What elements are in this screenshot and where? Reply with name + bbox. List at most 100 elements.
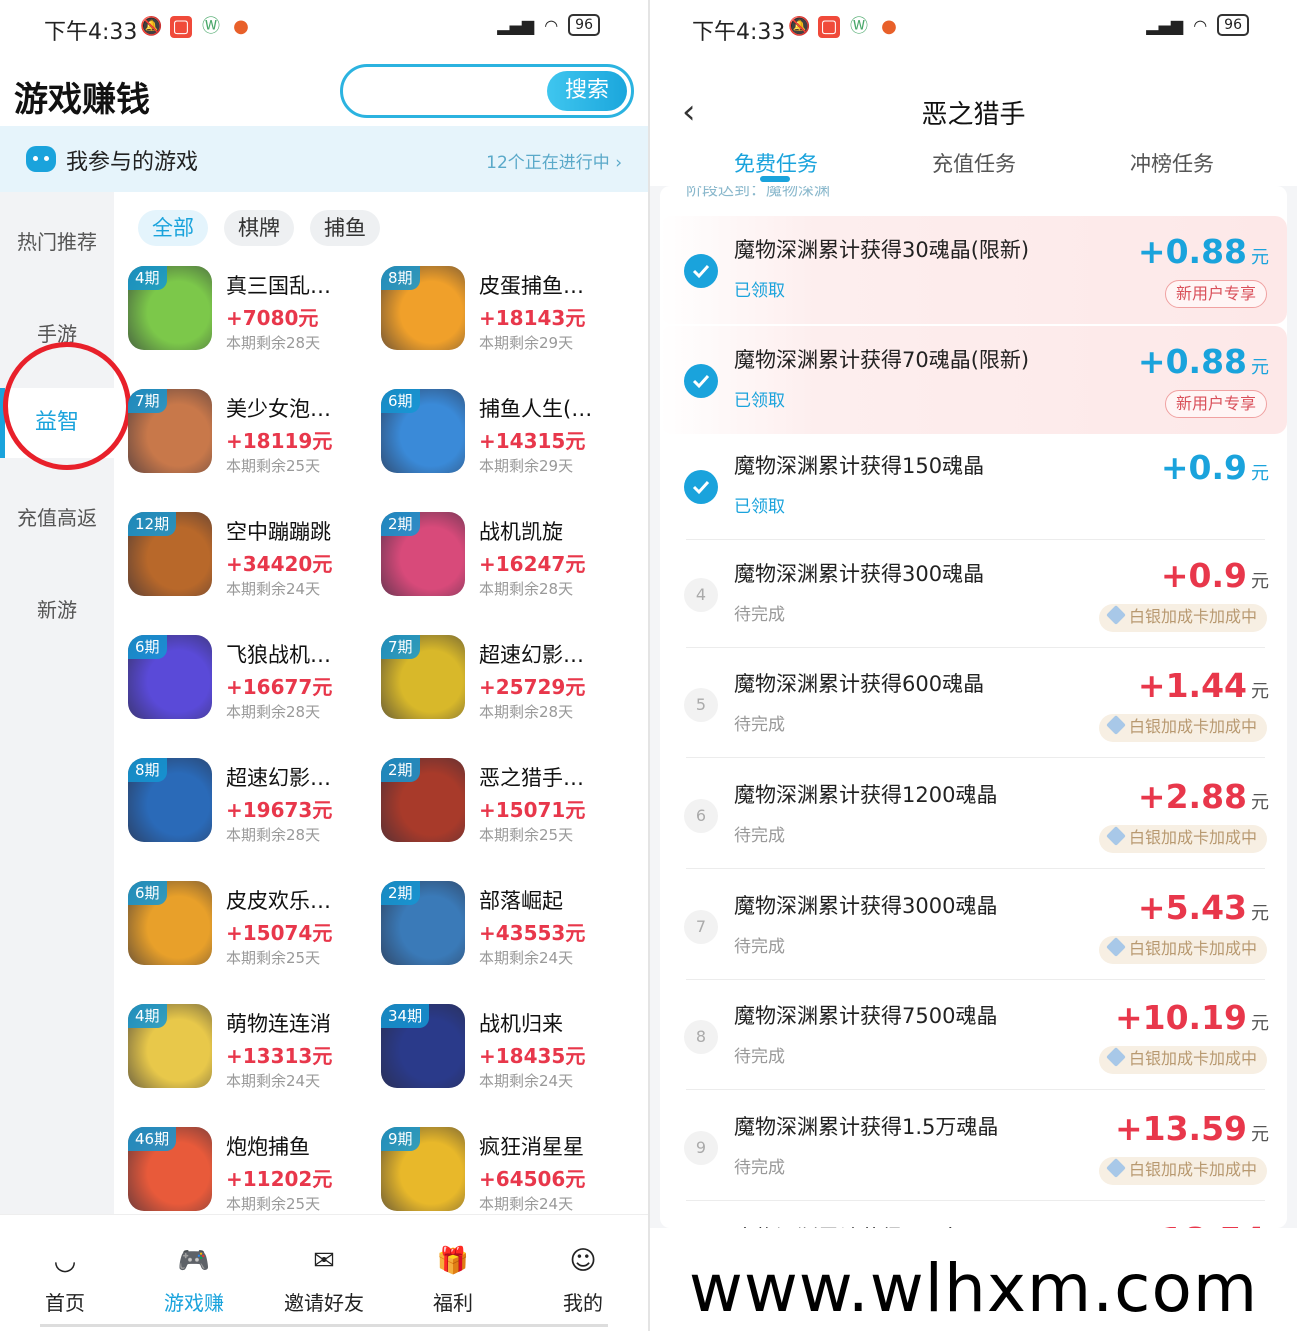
game-card[interactable]: 7期 超速幻影… +25729元 本期剩余28天 (381, 635, 631, 735)
game-prize: +15074元 (226, 921, 333, 945)
task-row[interactable]: 4 魔物深渊累计获得300魂晶 待完成 +0.9 元白银加成卡加成中 (660, 540, 1287, 648)
game-icon: 2期 (381, 512, 465, 596)
task-row[interactable]: 7 魔物深渊累计获得3000魂晶 待完成 +5.43 元白银加成卡加成中 (660, 872, 1287, 980)
task-row[interactable]: 5 魔物深渊累计获得600魂晶 待完成 +1.44 元白银加成卡加成中 (660, 650, 1287, 758)
battery-icon: 96 (568, 14, 600, 36)
game-days-left: 本期剩余25天 (226, 1195, 321, 1213)
game-days-left: 本期剩余28天 (479, 580, 574, 598)
game-card[interactable]: 6期 捕鱼人生(… +14315元 本期剩余29天 (381, 389, 631, 489)
game-name: 皮皮欢乐… (226, 889, 331, 913)
nav-item-profile[interactable]: ☺ 我的 (523, 1215, 643, 1316)
game-card[interactable]: 8期 超速幻影… +19673元 本期剩余28天 (128, 758, 378, 858)
game-card[interactable]: 6期 皮皮欢乐… +15074元 本期剩余25天 (128, 881, 378, 981)
nav-item-gamepad[interactable]: 🎮 游戏赚 (134, 1215, 254, 1316)
task-row[interactable]: 6 魔物深渊累计获得1200魂晶 待完成 +2.88 元白银加成卡加成中 (660, 761, 1287, 869)
game-days-left: 本期剩余28天 (479, 703, 574, 721)
game-days-left: 本期剩余28天 (226, 703, 321, 721)
task-row[interactable]: 9 魔物深渊累计获得1.5万魂晶 待完成 +13.59 元白银加成卡加成中 (660, 1093, 1287, 1201)
system-indicators: ▂▄▆ ◠ 96 (1146, 14, 1249, 36)
game-prize: +7080元 (226, 306, 319, 330)
tab-ranking-tasks[interactable]: 冲榜任务 (1130, 148, 1214, 178)
reward-amount: +2.88 (1137, 777, 1247, 816)
check-icon (684, 364, 718, 398)
search-button[interactable]: 搜索 (547, 71, 627, 111)
task-name: 魔物深渊累计获得300魂晶 (734, 562, 985, 586)
reward-unit: 元 (1251, 1124, 1269, 1145)
row-divider (686, 868, 1265, 869)
game-name: 恶之猎手… (479, 766, 584, 790)
wifi-icon: ◠ (544, 15, 559, 35)
game-card[interactable]: 4期 真三国乱… +7080元 本期剩余28天 (128, 266, 378, 366)
game-card[interactable]: 7期 美少女泡… +18119元 本期剩余25天 (128, 389, 378, 489)
period-badge: 8期 (128, 758, 167, 782)
game-card[interactable]: 8期 皮蛋捕鱼… +18143元 本期剩余29天 (381, 266, 631, 366)
game-card[interactable]: 4期 萌物连连消 +13313元 本期剩余24天 (128, 1004, 378, 1104)
silver-bonus-tag: 白银加成卡加成中 (1098, 936, 1267, 964)
game-card[interactable]: 2期 部落崛起 +43553元 本期剩余24天 (381, 881, 631, 981)
task-row[interactable]: 魔物深渊累计获得70魂晶(限新) 已领取 +0.88 元新用户专享 (660, 326, 1287, 434)
game-card[interactable]: 2期 恶之猎手… +15071元 本期剩余25天 (381, 758, 631, 858)
reward-amount: +18.54 (1133, 1220, 1265, 1228)
period-badge: 2期 (381, 881, 420, 905)
task-header: ‹ 恶之猎手 免费任务 充值任务 冲榜任务 (650, 56, 1297, 186)
game-card[interactable]: 9期 疯狂消星星 +64506元 本期剩余24天 (381, 1127, 631, 1227)
reward-amount: +0.9 (1160, 556, 1247, 595)
task-name: 魔物深渊累计获得70魂晶(限新) (734, 348, 1030, 372)
gem-icon (1106, 605, 1126, 625)
game-prize: +18435元 (479, 1044, 586, 1068)
task-reward: +5.43 元 (1138, 888, 1269, 927)
task-status: 已领取 (734, 281, 785, 301)
sidebar-item-new[interactable]: 新游 (0, 594, 114, 623)
period-badge: 7期 (381, 635, 420, 659)
task-row[interactable]: 8 魔物深渊累计获得7500魂晶 待完成 +10.19 元白银加成卡加成中 (660, 982, 1287, 1090)
game-days-left: 本期剩余24天 (226, 580, 321, 598)
game-name: 真三国乱… (226, 274, 331, 298)
chip-chess[interactable]: 棋牌 (224, 210, 294, 246)
sidebar-item-recharge[interactable]: 充值高返 (0, 502, 114, 531)
task-name: 魔物深渊累计获得1.5万魂晶 (734, 1115, 999, 1139)
tab-free-tasks[interactable]: 免费任务 (734, 148, 818, 178)
task-row[interactable]: 魔物深渊累计获得30魂晶(限新) 已领取 +0.88 元新用户专享 (660, 216, 1287, 324)
game-icon: 6期 (381, 389, 465, 473)
tab-recharge-tasks[interactable]: 充值任务 (932, 148, 1016, 178)
task-name: 魔物深渊累计获得3000魂晶 (734, 894, 998, 918)
task-number: 7 (684, 910, 718, 944)
game-card[interactable]: 6期 飞狼战机… +16677元 本期剩余28天 (128, 635, 378, 735)
chip-fishing[interactable]: 捕鱼 (310, 210, 380, 246)
my-games-bar[interactable]: 我参与的游戏 12个正在进行中 › (0, 126, 648, 192)
task-name: 魔物深渊累计获得30魂晶(限新) (734, 238, 1030, 262)
game-card[interactable]: 46期 炮炮捕鱼 +11202元 本期剩余25天 (128, 1127, 378, 1227)
invite-icon: ✉ (313, 1246, 335, 1276)
period-badge: 6期 (128, 635, 167, 659)
nav-item-invite[interactable]: ✉ 邀请好友 (264, 1215, 384, 1316)
game-card[interactable]: 34期 战机归来 +18435元 本期剩余24天 (381, 1004, 631, 1104)
search-input[interactable]: 搜索 (340, 64, 634, 118)
game-card[interactable]: 12期 空中蹦蹦跳 +34420元 本期剩余24天 (128, 512, 378, 612)
wheat-icon: Ⓦ (850, 16, 868, 37)
reward-amount: +0.9 (1160, 448, 1247, 487)
row-divider (686, 1200, 1265, 1201)
sidebar-item-hot[interactable]: 热门推荐 (0, 226, 114, 255)
task-row[interactable]: 魔物深渊累计获得150魂晶 已领取 +0.9 元 (660, 432, 1287, 540)
reward-amount: +1.44 (1137, 666, 1247, 705)
chip-all[interactable]: 全部 (138, 210, 208, 246)
row-divider (686, 1089, 1265, 1090)
nav-item-gift[interactable]: 🎁 福利 (393, 1215, 513, 1316)
task-row[interactable]: 魔物深渊累计获得3万魂晶+18.54 (660, 1204, 1287, 1228)
gem-icon (1106, 826, 1126, 846)
check-icon (684, 470, 718, 504)
notification-icons: 🔕 ▢ Ⓦ ● (788, 16, 900, 38)
system-indicators: ▂▄▆ ◠ 96 (497, 14, 600, 36)
game-card[interactable]: 2期 战机凯旋 +16247元 本期剩余28天 (381, 512, 631, 612)
status-time: 下午4:33 (692, 20, 786, 45)
gem-icon (1106, 937, 1126, 957)
tag-label: 白银加成卡加成中 (1128, 1049, 1257, 1068)
my-games-count[interactable]: 12个正在进行中 › (486, 148, 622, 173)
game-prize: +11202元 (226, 1167, 333, 1191)
game-name: 超速幻影… (226, 766, 331, 790)
task-reward: +0.9 元 (1161, 556, 1269, 595)
task-status: 待完成 (734, 605, 785, 625)
nav-label: 邀请好友 (284, 1291, 364, 1315)
nav-item-home[interactable]: ◡ 首页 (5, 1215, 125, 1316)
game-days-left: 本期剩余24天 (226, 1072, 321, 1090)
